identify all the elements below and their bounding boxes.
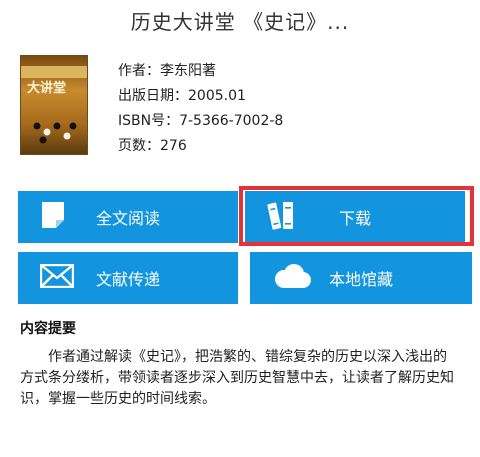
download-button[interactable]: 下载: [245, 191, 465, 243]
page-title: 历史大讲堂 《史记》...: [130, 9, 350, 34]
book-info: 大讲堂 作者：李东阳著 出版日期：2005.01 ISBN号：7-5366-70…: [20, 55, 460, 165]
local-holdings-label: 本地馆藏: [328, 270, 393, 289]
document-delivery-label: 文献传递: [95, 270, 160, 289]
fulltext-read-button[interactable]: 全文阅读: [18, 191, 238, 243]
book-detail-page: 历史大讲堂 《史记》... 大讲堂 作者：李东阳著 出版日期：2005.01 I…: [0, 0, 480, 457]
isbn: ISBN号：7-5366-7002-8: [118, 113, 284, 129]
document-delivery-button[interactable]: 文献传递: [18, 252, 238, 304]
local-holdings-button[interactable]: 本地馆藏: [250, 252, 472, 304]
summary-heading: 内容提要: [20, 321, 76, 337]
publish-date: 出版日期：2005.01: [118, 88, 246, 104]
fulltext-read-label: 全文阅读: [95, 209, 160, 228]
cover-band: [21, 66, 87, 78]
cover-title: 大讲堂: [27, 81, 67, 96]
book-cover-image: 大讲堂: [20, 55, 88, 155]
page-count: 页数：276: [118, 138, 187, 154]
download-label: 下载: [338, 209, 371, 228]
summary-text: 作者通过解读《史记》，把浩繁的、错综复杂的历史以深入浅出的方式条分缕析，带领读者…: [20, 349, 454, 407]
book-meta: 作者：李东阳著 出版日期：2005.01 ISBN号：7-5366-7002-8…: [118, 59, 283, 159]
author: 作者：李东阳著: [118, 63, 216, 79]
cover-go-stones: [33, 122, 77, 144]
